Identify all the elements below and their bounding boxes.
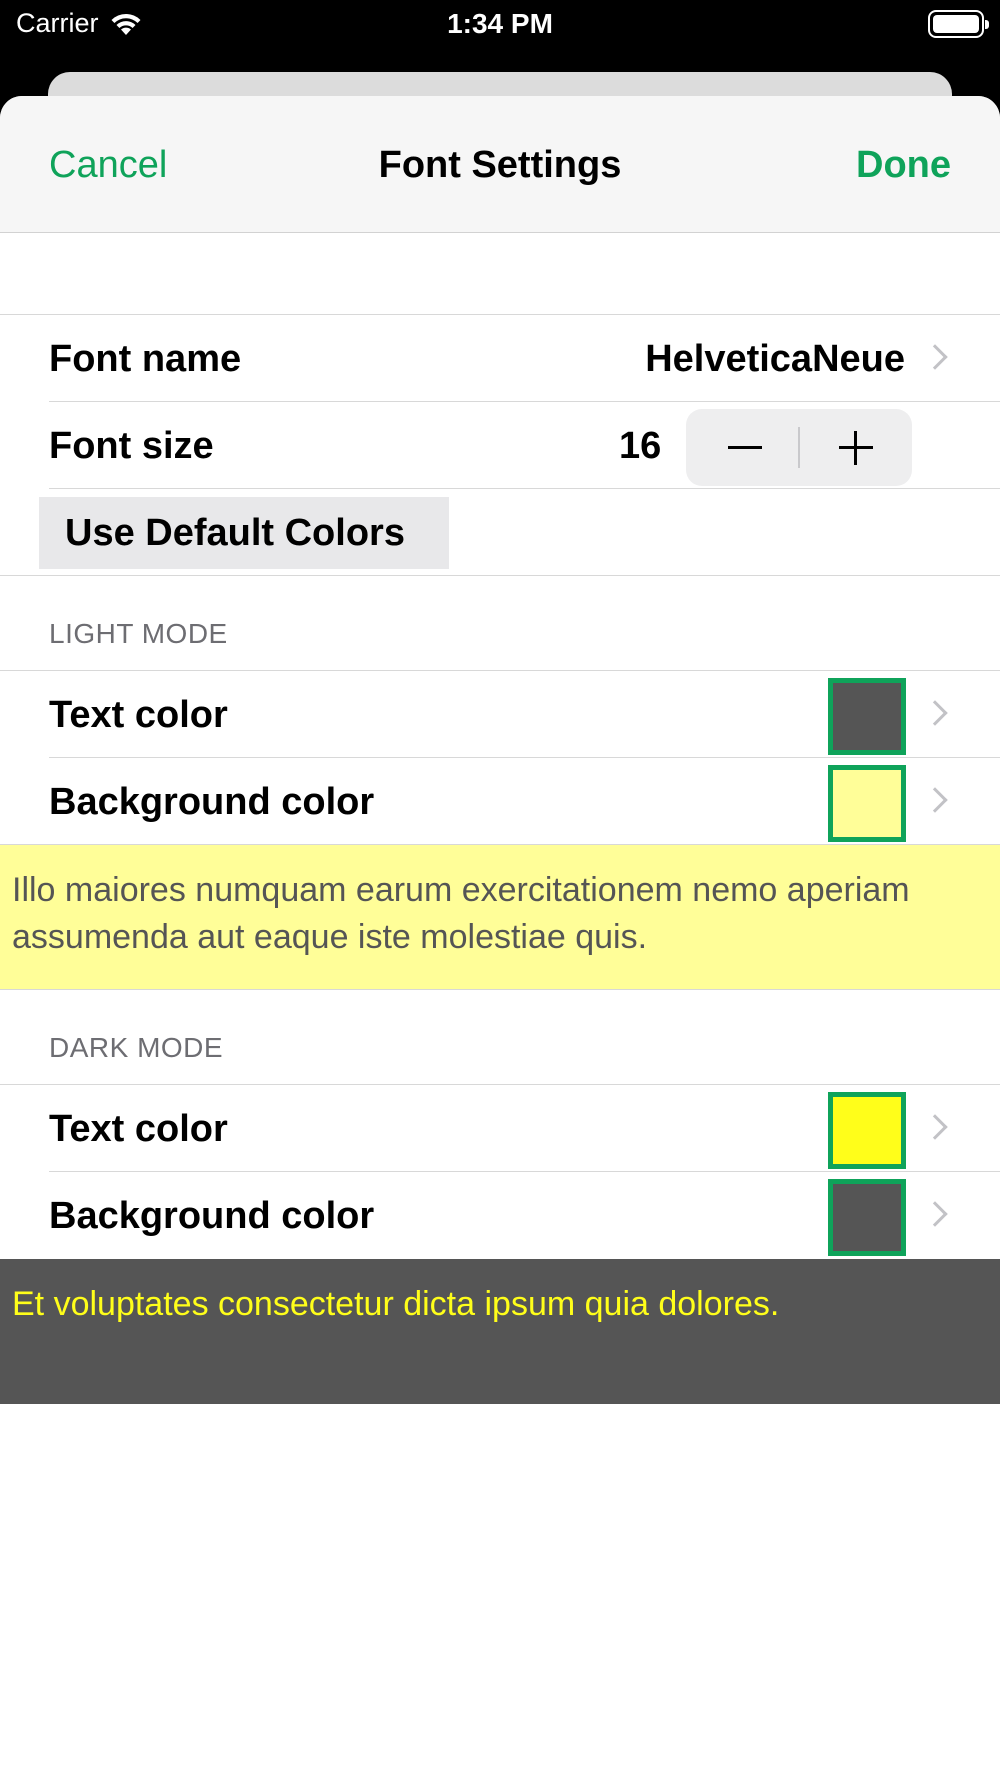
chevron-right-icon bbox=[926, 1115, 948, 1137]
chevron-right-icon bbox=[926, 788, 948, 810]
light-mode-preview: Illo maiores numquam earum exercitatione… bbox=[0, 845, 1000, 990]
done-button[interactable]: Done bbox=[856, 144, 951, 187]
font-name-row[interactable]: Font name HelveticaNeue bbox=[0, 315, 1000, 402]
light-background-color-label: Background color bbox=[49, 781, 375, 823]
chevron-right-icon bbox=[926, 701, 948, 723]
increment-button[interactable] bbox=[799, 409, 912, 486]
light-text-color-swatch bbox=[828, 678, 906, 755]
use-default-colors-button[interactable]: Use Default Colors bbox=[39, 497, 449, 569]
font-size-label: Font size bbox=[49, 425, 214, 467]
font-size-value: 16 bbox=[619, 425, 662, 467]
chevron-right-icon bbox=[926, 345, 948, 367]
dark-background-color-label: Background color bbox=[49, 1195, 375, 1237]
light-background-color-swatch bbox=[828, 765, 906, 842]
font-size-stepper[interactable] bbox=[686, 409, 912, 486]
dark-text-color-label: Text color bbox=[49, 1108, 228, 1150]
dark-text-color-row[interactable]: Text color bbox=[0, 1085, 1000, 1172]
font-name-value: HelveticaNeue bbox=[645, 338, 905, 380]
font-name-label: Font name bbox=[49, 338, 242, 380]
battery-icon bbox=[928, 10, 989, 38]
font-settings-sheet: Cancel Font Settings Done Font name Helv… bbox=[0, 96, 1000, 1778]
group-spacer bbox=[0, 233, 1000, 315]
default-colors-row: Use Default Colors bbox=[0, 489, 1000, 576]
dark-mode-preview: Et voluptates consectetur dicta ipsum qu… bbox=[0, 1259, 1000, 1404]
light-mode-header: LIGHT MODE bbox=[49, 618, 228, 649]
font-size-row: Font size 16 bbox=[0, 402, 1000, 489]
light-mode-section-header: LIGHT MODE bbox=[0, 576, 1000, 671]
light-text-color-row[interactable]: Text color bbox=[0, 671, 1000, 758]
status-bar: Carrier 1:34 PM bbox=[0, 0, 1000, 52]
dark-mode-header: DARK MODE bbox=[49, 1032, 224, 1063]
status-time: 1:34 PM bbox=[447, 8, 553, 39]
dark-background-color-row[interactable]: Background color bbox=[0, 1172, 1000, 1259]
light-text-color-label: Text color bbox=[49, 694, 228, 736]
navigation-bar: Cancel Font Settings Done bbox=[0, 96, 1000, 233]
chevron-right-icon bbox=[926, 1202, 948, 1224]
dark-mode-section-header: DARK MODE bbox=[0, 990, 1000, 1085]
decrement-button[interactable] bbox=[686, 409, 799, 486]
light-background-color-row[interactable]: Background color bbox=[0, 758, 1000, 845]
dark-text-color-swatch bbox=[828, 1092, 906, 1169]
minus-icon bbox=[728, 446, 762, 449]
cancel-button[interactable]: Cancel bbox=[49, 144, 167, 187]
dark-background-color-swatch bbox=[828, 1179, 906, 1256]
